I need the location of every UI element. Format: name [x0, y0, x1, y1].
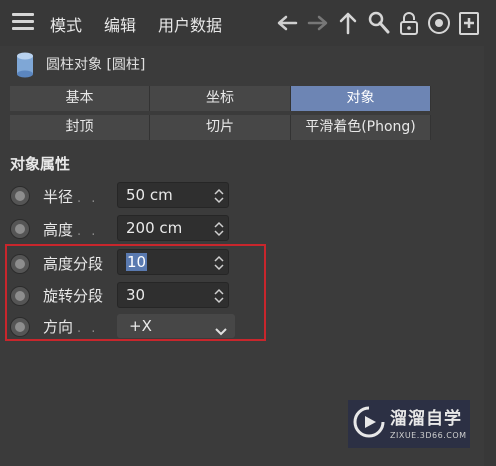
menu-edit[interactable]: 编辑 [104, 12, 136, 36]
watermark-title: 溜溜自学 [390, 409, 462, 429]
radius-field[interactable]: 50 cm [117, 182, 229, 208]
arrow-up-icon[interactable] [335, 10, 361, 36]
panel-edge [484, 46, 496, 466]
radius-label: 半径. . [43, 188, 99, 206]
highlight-box [5, 244, 266, 341]
menu-bar: 模式 编辑 用户数据 [0, 0, 496, 46]
watermark-url: ZIXUE.3D66.COM [390, 431, 467, 440]
radius-value: 50 cm [126, 186, 173, 204]
tab-basic[interactable]: 基本 [10, 86, 150, 111]
spinner-icon[interactable] [214, 220, 224, 238]
height-value: 200 cm [126, 219, 183, 237]
tab-slice[interactable]: 切片 [150, 115, 291, 140]
section-title: 对象属性 [10, 155, 71, 173]
arrow-right-icon[interactable] [305, 10, 331, 36]
tab-object[interactable]: 对象 [291, 86, 431, 111]
search-icon[interactable] [366, 10, 392, 36]
new-panel-icon[interactable] [456, 10, 482, 36]
tab-caps[interactable]: 封顶 [10, 115, 150, 140]
object-title: 圆柱对象 [圆柱] [46, 57, 146, 73]
menu-mode[interactable]: 模式 [50, 12, 82, 36]
radius-animate-radio[interactable] [10, 186, 30, 206]
target-icon[interactable] [426, 10, 452, 36]
spinner-icon[interactable] [214, 187, 224, 205]
tab-coordinates[interactable]: 坐标 [150, 86, 291, 111]
lock-icon[interactable] [396, 10, 422, 36]
height-field[interactable]: 200 cm [117, 215, 229, 241]
watermark-logo-icon [352, 405, 386, 439]
height-label: 高度. . [43, 221, 99, 239]
watermark: 溜溜自学 ZIXUE.3D66.COM [348, 400, 470, 448]
arrow-left-icon[interactable] [274, 10, 300, 36]
hamburger-menu-icon[interactable] [12, 13, 34, 31]
cylinder-icon [16, 52, 34, 78]
tab-phong[interactable]: 平滑着色(Phong) [291, 115, 431, 140]
menu-user-data[interactable]: 用户数据 [158, 12, 222, 36]
height-animate-radio[interactable] [10, 219, 30, 239]
